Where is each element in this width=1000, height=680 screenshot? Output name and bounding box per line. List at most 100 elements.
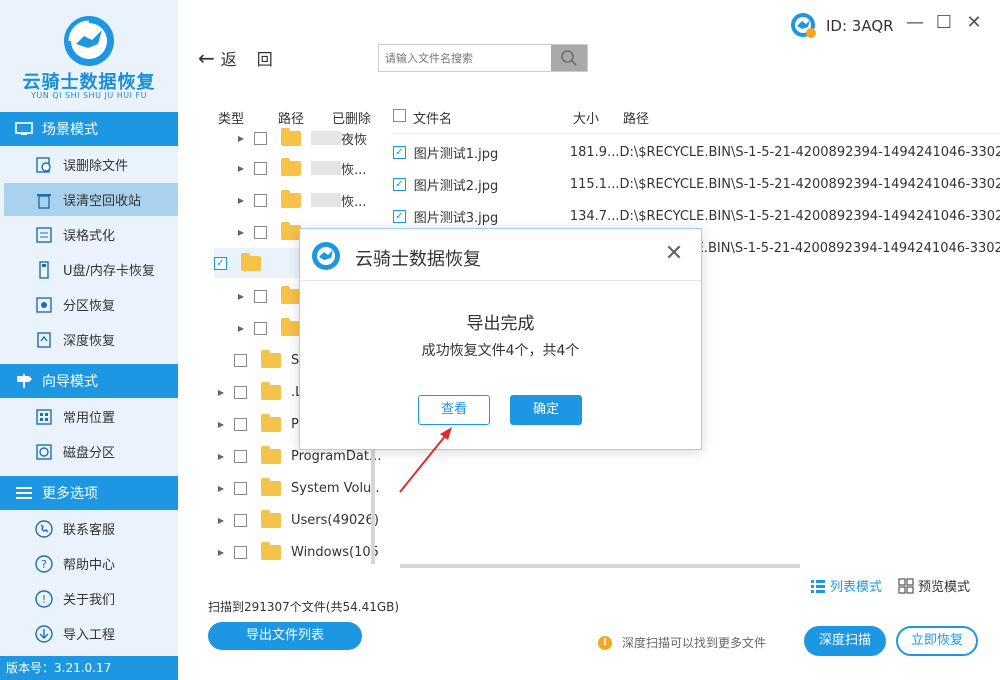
minimize-button[interactable]: — bbox=[905, 14, 925, 34]
recover-now-button[interactable]: 立即恢复 bbox=[896, 626, 978, 656]
tree-header-path[interactable]: 路径 bbox=[278, 108, 304, 127]
dialog-detail: 成功恢复文件4个，共4个 bbox=[421, 343, 580, 359]
expand-icon[interactable]: ▶ bbox=[236, 228, 246, 237]
folder-icon bbox=[261, 509, 281, 528]
close-window-button[interactable]: ✕ bbox=[964, 14, 984, 34]
file-header-name[interactable]: 文件名 bbox=[413, 108, 452, 127]
sidebar-item-recycle-bin[interactable]: 误清空回收站 bbox=[4, 183, 178, 216]
user-id[interactable]: ID: 3AQR bbox=[790, 12, 894, 40]
checkbox[interactable] bbox=[254, 289, 267, 303]
select-all-checkbox[interactable] bbox=[393, 109, 406, 122]
folder-icon bbox=[281, 285, 301, 304]
expand-icon[interactable]: ▶ bbox=[216, 516, 226, 525]
tree-row[interactable]: ▶ Pr bbox=[216, 413, 304, 434]
expand-icon[interactable]: ▶ bbox=[216, 484, 226, 493]
sidebar-item-partition-recovery[interactable]: 分区恢复 bbox=[4, 288, 178, 321]
sidebar-item-import-project[interactable]: 导入工程 bbox=[4, 617, 178, 650]
checkbox[interactable] bbox=[234, 545, 247, 559]
list-mode-toggle[interactable]: 列表模式 bbox=[810, 576, 882, 595]
import-icon bbox=[34, 624, 54, 644]
checkbox-checked[interactable]: ✓ bbox=[393, 209, 406, 223]
file-list-scrollbar[interactable] bbox=[400, 564, 800, 568]
tree-scrollbar[interactable] bbox=[371, 446, 375, 564]
expand-icon[interactable]: ▶ bbox=[216, 388, 226, 397]
view-button[interactable]: 查看 bbox=[418, 395, 490, 425]
folder-icon bbox=[281, 189, 301, 208]
usb-icon bbox=[34, 260, 54, 280]
file-search-icon bbox=[34, 155, 54, 175]
sidebar-item-help-center[interactable]: ? 帮助中心 bbox=[4, 547, 178, 580]
file-row[interactable]: ✓ 图片测试2.jpg 115.1... D:\$RECYCLE.BIN\S-1… bbox=[393, 168, 1000, 200]
checkbox[interactable] bbox=[254, 131, 267, 145]
file-row[interactable]: ✓ 图片测试1.jpg 181.9... D:\$RECYCLE.BIN\S-1… bbox=[393, 136, 1000, 168]
checkbox-checked[interactable]: ✓ bbox=[393, 177, 406, 191]
tree-header-type[interactable]: 类型 bbox=[218, 108, 244, 127]
file-header-path[interactable]: 路径 bbox=[623, 108, 649, 127]
sidebar-item-disk-partition[interactable]: 磁盘分区 bbox=[4, 435, 178, 468]
back-button[interactable]: ← 返 回 bbox=[198, 46, 273, 70]
export-list-button[interactable]: 导出文件列表 bbox=[208, 622, 362, 650]
sidebar-item-deep-recovery[interactable]: 深度恢复 bbox=[4, 323, 178, 356]
checkbox[interactable] bbox=[234, 353, 247, 367]
sidebar-item-contact-support[interactable]: 联系客服 bbox=[4, 512, 178, 545]
expand-icon[interactable]: ▶ bbox=[236, 324, 246, 333]
tree-row[interactable]: ▶ 恢... bbox=[236, 189, 366, 210]
list-mode-label: 列表模式 bbox=[830, 580, 883, 595]
checkbox[interactable] bbox=[254, 161, 267, 175]
tree-row-label: Users(49026) bbox=[291, 512, 379, 528]
maximize-button[interactable]: ☐ bbox=[934, 14, 954, 34]
expand-icon[interactable]: ▶ bbox=[216, 548, 226, 557]
file-list-header: 文件名 大小 路径 bbox=[393, 98, 1000, 134]
close-icon[interactable]: ✕ bbox=[663, 241, 685, 267]
search-input[interactable] bbox=[379, 45, 551, 71]
search-icon bbox=[561, 50, 577, 66]
folder-icon bbox=[281, 317, 301, 336]
tree-header-deleted[interactable]: 已删除 bbox=[332, 108, 371, 127]
tree-row[interactable]: ▶.LO bbox=[216, 381, 312, 402]
file-header-size[interactable]: 大小 bbox=[573, 108, 599, 127]
expand-icon[interactable]: ▶ bbox=[216, 452, 226, 461]
checkbox[interactable] bbox=[254, 225, 267, 239]
expand-icon[interactable]: ▶ bbox=[216, 420, 226, 429]
tree-row[interactable]: ▶ Users(49026) bbox=[216, 509, 379, 530]
checkbox[interactable] bbox=[234, 385, 247, 399]
app-logo-icon bbox=[312, 242, 340, 270]
expand-icon[interactable]: ▶ bbox=[236, 292, 246, 301]
checkbox-checked[interactable]: ✓ bbox=[393, 145, 406, 159]
svg-text:!: ! bbox=[42, 593, 46, 606]
scan-summary: 扫描到291307个文件(共54.41GB) bbox=[208, 600, 400, 614]
tree-row[interactable]: ▶ System Volu... bbox=[216, 477, 380, 498]
checkbox[interactable] bbox=[234, 481, 247, 495]
expand-icon[interactable]: ▶ bbox=[236, 164, 246, 173]
deep-scan-tip: ! 深度扫描可以找到更多文件 bbox=[598, 634, 766, 651]
checkbox[interactable] bbox=[254, 321, 267, 335]
search-button[interactable] bbox=[551, 45, 587, 71]
expand-icon[interactable]: ▶ bbox=[236, 134, 246, 143]
confirm-button[interactable]: 确定 bbox=[510, 395, 582, 425]
file-size: 115.1... bbox=[569, 176, 620, 192]
user-id-text: ID: 3AQR bbox=[826, 17, 894, 35]
preview-mode-toggle[interactable]: 预览模式 bbox=[898, 576, 970, 595]
search-box bbox=[378, 44, 588, 72]
sidebar-item-format[interactable]: 误格式化 bbox=[4, 218, 178, 251]
tree-row-label: 夜恢 bbox=[341, 132, 368, 148]
help-icon: ? bbox=[34, 554, 54, 574]
sidebar-item-usb-recovery[interactable]: U盘/内存卡恢复 bbox=[4, 253, 178, 286]
tree-row[interactable]: ▶ 恢... bbox=[236, 157, 366, 178]
sidebar-item-deleted-files[interactable]: 误删除文件 bbox=[4, 148, 178, 181]
expand-icon[interactable]: ▶ bbox=[236, 196, 246, 205]
checkbox[interactable] bbox=[234, 449, 247, 463]
checkbox[interactable] bbox=[234, 513, 247, 527]
tree-row[interactable]: ▶ Windows(105) bbox=[216, 541, 380, 562]
deep-scan-button[interactable]: 深度扫描 bbox=[804, 626, 886, 656]
checkbox[interactable] bbox=[254, 193, 267, 207]
tree-row[interactable]: ▶ 夜恢 bbox=[236, 128, 367, 148]
back-label-2: 回 bbox=[256, 50, 273, 69]
phone-icon bbox=[34, 519, 54, 539]
checkbox[interactable] bbox=[234, 417, 247, 431]
section-scene-mode: 场景模式 bbox=[0, 112, 178, 146]
sidebar-item-about-us[interactable]: ! 关于我们 bbox=[4, 582, 178, 615]
checkbox-checked[interactable]: ✓ bbox=[214, 256, 227, 270]
tree-row[interactable]: S- bbox=[234, 349, 304, 370]
sidebar-item-common-locations[interactable]: 常用位置 bbox=[4, 400, 178, 433]
